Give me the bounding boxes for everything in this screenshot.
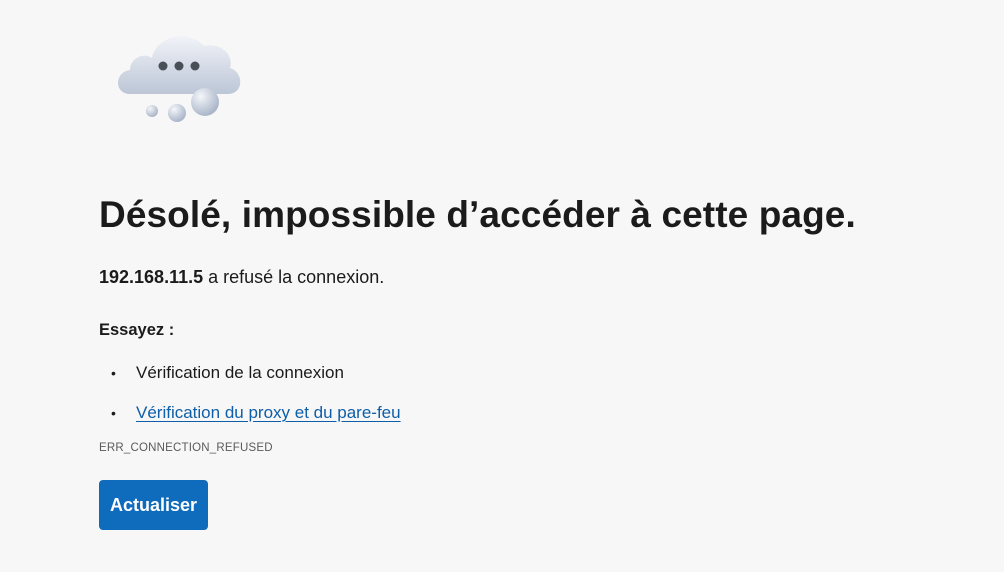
page-title: Désolé, impossible d’accéder à cette pag… [99, 194, 856, 235]
error-content: Désolé, impossible d’accéder à cette pag… [99, 186, 959, 530]
error-code: ERR_CONNECTION_REFUSED [99, 442, 273, 454]
check-proxy-firewall-link[interactable]: Vérification du proxy et du pare-feu [136, 403, 401, 422]
check-connection-text: Vérification de la connexion [136, 363, 344, 382]
refresh-button[interactable]: Actualiser [99, 480, 208, 530]
list-item: • Vérification de la connexion [99, 360, 959, 386]
bullet-icon: • [111, 365, 116, 381]
error-description-text: a refusé la connexion. [203, 267, 385, 287]
suggestions-heading: Essayez : [99, 321, 175, 339]
list-item: • Vérification du proxy et du pare-feu [99, 400, 959, 426]
error-page: Désolé, impossible d’accéder à cette pag… [0, 0, 1004, 572]
error-description: 192.168.11.5 a refusé la connexion. [99, 264, 959, 290]
cloud-with-ellipsis-icon [118, 36, 241, 122]
suggestions-list: • Vérification de la connexion • Vérific… [99, 360, 959, 426]
host-address: 192.168.11.5 [99, 267, 204, 287]
bullet-icon: • [111, 405, 116, 421]
